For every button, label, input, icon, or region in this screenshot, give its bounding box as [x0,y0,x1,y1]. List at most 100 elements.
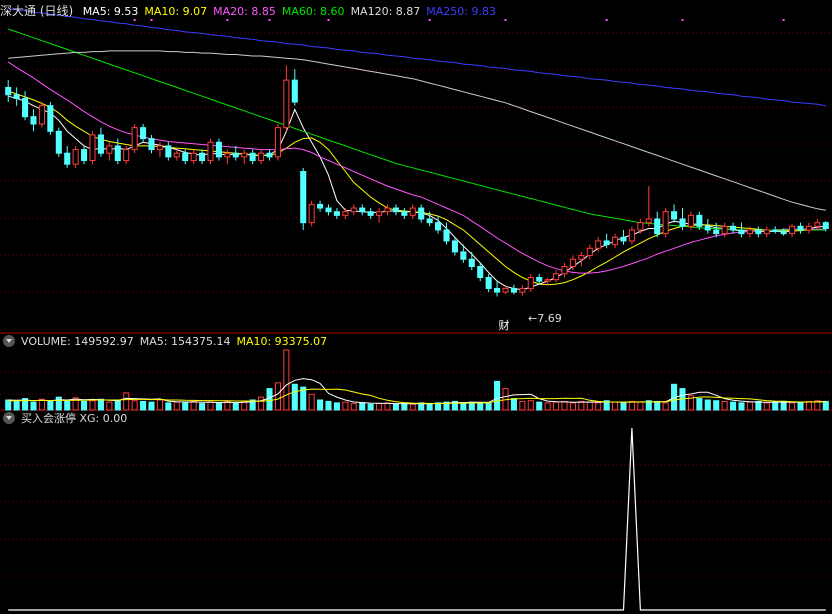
candle-body [5,86,12,96]
volume-bar [426,403,433,411]
volume-bar [620,402,627,411]
candle-body [519,287,526,293]
candle-body [241,152,248,158]
ma5-line [8,95,826,291]
volume-bar [721,400,728,411]
financial-report-badge[interactable]: 财 [497,319,511,333]
ma-legend-item-0: MA5: 9.53 [82,5,139,18]
candle-body [173,152,180,158]
volume-bar [182,402,189,411]
candle-body [418,207,425,220]
volume-bar [477,402,484,411]
volume-bar [283,349,290,411]
volume-bar [173,401,180,411]
candle-body [485,276,492,289]
volume-bar [325,400,332,411]
volume-ma10-line [8,388,826,405]
candle-body [561,266,568,275]
candle-body [156,145,163,151]
candle-body [232,152,239,158]
candle-body [536,276,543,282]
volume-bar [13,400,20,411]
volume-bar [696,398,703,411]
candle-body [376,211,383,216]
volume-legend-item-2: MA10: 93375.07 [236,335,328,348]
ma-legend-item-2: MA20: 8.85 [213,5,276,18]
volume-bar [494,380,501,411]
volume-bar [30,401,37,411]
volume-bar [561,400,568,411]
candle-body [612,236,619,246]
volume-bar [485,403,492,411]
ma10-line [8,90,826,286]
ma-legend-item-5: MA250: 9.83 [426,5,496,18]
candle-body [215,141,222,158]
candle-body [510,287,517,293]
volume-bar [789,402,796,411]
volume-bar [780,400,787,411]
candle-body [603,240,610,246]
candle-body [721,225,728,235]
volume-bar [772,401,779,411]
volume-bar [106,401,113,411]
ma-legend-item-4: MA120: 8.87 [350,5,421,18]
candle-body [300,171,307,224]
candle-body [182,152,189,162]
candle-body [772,229,779,232]
candle-body [696,214,703,227]
top-marker-dot [681,19,684,21]
candle-body [797,225,804,231]
top-marker-dot [605,19,608,21]
volume-bar [140,400,147,411]
volume-bar [123,392,130,411]
candle-body [64,152,71,165]
collapse-volume-icon[interactable] [3,335,15,347]
volume-bar [612,401,619,411]
candle-body [249,152,256,162]
volume-bar [637,401,644,411]
candle-body [569,258,576,268]
candle-body [97,134,104,154]
stock-chart-window: 深大通 (日线) MA5: 9.53 MA10: 9.07 MA20: 8.85 MA… [0,0,832,614]
candle-body [190,152,197,162]
volume-bar [258,396,265,411]
candle-body [628,229,635,242]
candle-body [274,127,281,158]
candle-body [435,222,442,231]
candle-body [654,218,661,235]
candle-body [814,222,821,227]
volume-bar [805,400,812,411]
candle-body [55,130,62,154]
volume-bar [392,403,399,411]
volume-legend-items: VOLUME: 149592.97 MA5: 154375.14 MA10: 933… [21,335,333,348]
top-marker-dot [504,19,507,21]
candle-body [106,145,113,154]
candle-body [426,218,433,224]
volume-bar [317,399,324,411]
volume-bar [746,401,753,411]
candle-body [595,240,602,249]
stock-title: 深大通 (日线) [0,4,74,18]
collapse-indicator-icon[interactable] [3,412,15,424]
candle-body [662,211,669,235]
volume-bar [628,400,635,411]
top-marker-dot [150,19,153,21]
candle-body [645,218,652,224]
volume-bar [156,399,163,411]
candle-body [822,222,829,230]
candle-body [224,152,231,158]
candle-body [477,266,484,278]
volume-bar [527,400,534,411]
candle-body [114,145,121,162]
candle-body [789,225,796,235]
candle-body [140,127,147,140]
candle-body [392,207,399,213]
top-marker-dot [226,19,229,21]
volume-bar [55,396,62,411]
chart-canvas[interactable] [0,0,832,614]
candle-body [637,222,644,231]
candle-body [266,152,273,158]
candle-body [317,203,324,209]
volume-bar [148,401,155,411]
candle-body [165,145,172,158]
